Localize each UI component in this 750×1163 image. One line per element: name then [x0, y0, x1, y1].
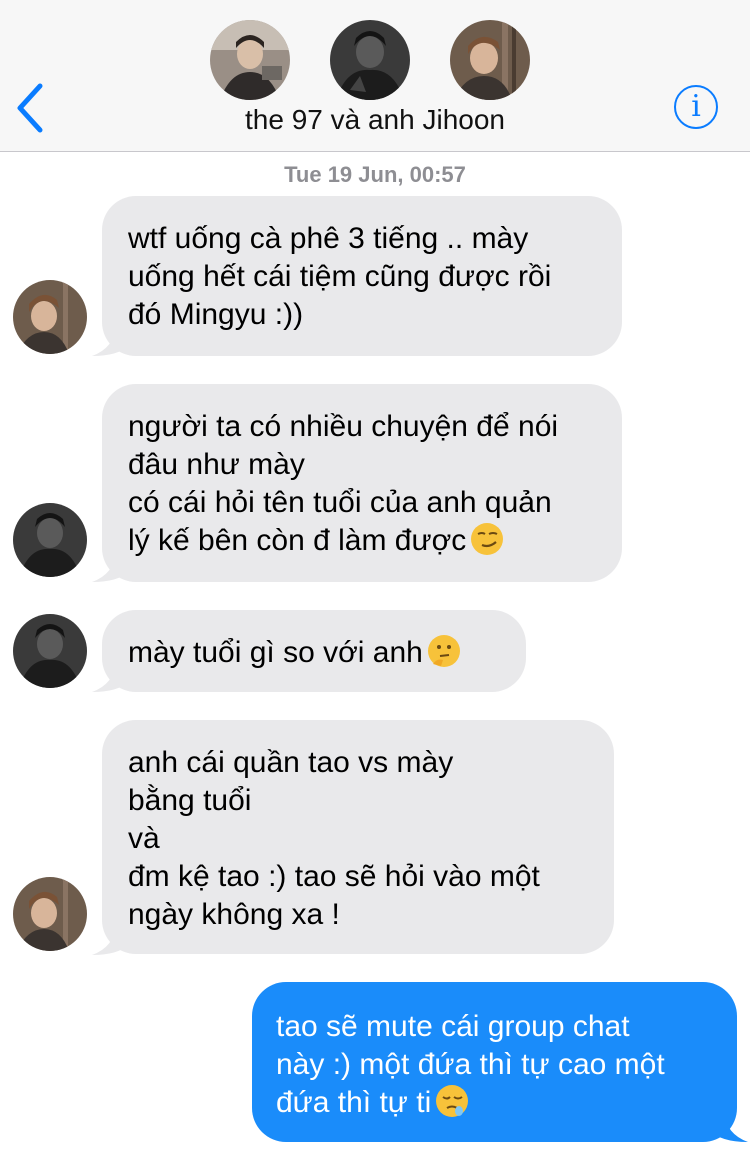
message-line: đm kệ tao :) tao sẽ hỏi vào một [128, 860, 540, 893]
group-title[interactable]: the 97 và anh Jihoon [0, 104, 750, 136]
message-line: uống hết cái tiệm cũng được rồi [128, 260, 552, 293]
message-line: đó Mingyu :)) [128, 298, 304, 331]
message-line: đâu như mày [128, 448, 305, 481]
message-line: này :) một đứa thì tự cao một [276, 1048, 665, 1081]
message-line: lý kế bên còn đ làm được [128, 524, 467, 557]
thinking-face-emoji [427, 634, 461, 668]
message-bubble[interactable]: wtf uống cà phê 3 tiếng .. mày uống hết … [102, 196, 622, 356]
message-bubble[interactable]: anh cái quần tao vs mày bằng tuổi và đm … [102, 720, 614, 954]
conversation-header: the 97 và anh Jihoon i [0, 0, 750, 152]
message-bubble[interactable]: người ta có nhiều chuyện để nói đâu như … [102, 384, 622, 582]
message-timestamp: Tue 19 Jun, 00:57 [284, 162, 466, 187]
message-bubble[interactable]: mày tuổi gì so với anh [102, 610, 526, 692]
message-line: wtf uống cà phê 3 tiếng .. mày [128, 222, 529, 255]
sender-avatar[interactable] [13, 503, 87, 577]
sender-avatar[interactable] [13, 877, 87, 951]
message-line: đứa thì tự ti [276, 1086, 432, 1119]
message-line: anh cái quần tao vs mày [128, 746, 454, 779]
message-line: và [128, 822, 160, 855]
sender-avatar[interactable] [13, 614, 87, 688]
message-line: có cái hỏi tên tuổi của anh quản [128, 486, 552, 519]
sender-avatar[interactable] [13, 280, 87, 354]
group-member-avatar[interactable] [210, 20, 290, 100]
message-line: ngày không xa ! [128, 898, 340, 931]
group-member-avatar[interactable] [330, 20, 410, 100]
info-icon: i [691, 89, 701, 124]
message-line: bằng tuổi [128, 784, 252, 817]
sleepy-face-emoji [435, 1084, 469, 1118]
message-bubble-outgoing[interactable]: tao sẽ mute cái group chat này :) một đứ… [252, 982, 737, 1142]
smirking-face-emoji [470, 522, 504, 556]
message-line: tao sẽ mute cái group chat [276, 1010, 630, 1043]
group-member-avatar[interactable] [450, 20, 530, 100]
message-line: mày tuổi gì so với anh [128, 636, 423, 669]
message-line: người ta có nhiều chuyện để nói [128, 410, 559, 443]
info-button[interactable]: i [674, 85, 718, 129]
